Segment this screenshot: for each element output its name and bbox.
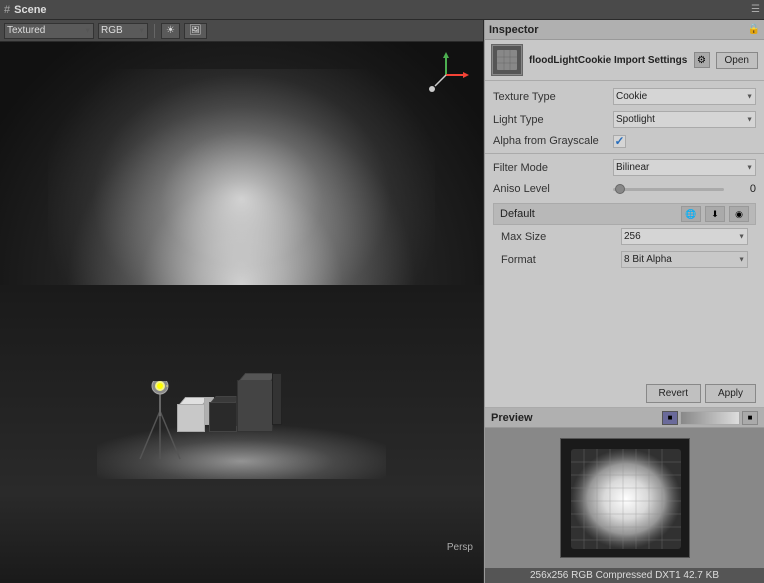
apply-button[interactable]: Apply (705, 384, 756, 403)
texture-type-row: Texture Type Cookie 2D Bump map (485, 85, 764, 108)
texture-type-select[interactable]: Cookie 2D Bump map (613, 88, 756, 105)
alpha-grayscale-checkbox[interactable]: ✓ (613, 135, 626, 148)
persp-label: Persp (447, 542, 473, 553)
preview-color-btn[interactable]: ■ (662, 411, 678, 425)
shading-mode-select[interactable]: Textured Wireframe Solid (4, 23, 94, 39)
settings-gear-button[interactable]: ⚙ (694, 52, 710, 68)
filter-mode-row: Filter Mode Bilinear Point Trilinear (485, 156, 764, 179)
filter-mode-select[interactable]: Bilinear Point Trilinear (613, 159, 756, 176)
aniso-level-row: Aniso Level 0 (485, 179, 764, 199)
color-mode-select[interactable]: RGB Alpha (98, 23, 148, 39)
aniso-level-label: Aniso Level (493, 183, 613, 195)
cube-large (237, 380, 273, 432)
preview-label: Preview (491, 412, 662, 424)
preview-image (560, 438, 690, 558)
format-row: Format 8 Bit Alpha Compressed RGB 24 Bit (493, 248, 756, 271)
filter-mode-label: Filter Mode (493, 162, 613, 174)
scene-toolbar: Textured Wireframe Solid RGB Alpha ☀ 🖼 (0, 20, 483, 42)
revert-button[interactable]: Revert (646, 384, 701, 403)
sun-icon-btn[interactable]: ☀ (161, 23, 180, 39)
alpha-grayscale-row: Alpha from Grayscale ✓ (485, 131, 764, 151)
preview-section: Preview ■ ■ (485, 407, 764, 583)
platform-web-btn[interactable]: 🌐 (681, 206, 701, 222)
preview-settings-btn[interactable]: ■ (742, 411, 758, 425)
floor-plane (0, 285, 483, 583)
max-size-label: Max Size (501, 231, 621, 243)
preview-header: Preview ■ ■ (485, 408, 764, 428)
asset-icon (491, 44, 523, 76)
light-type-row: Light Type Spotlight Directional Point (485, 108, 764, 131)
aniso-slider-thumb (615, 184, 625, 194)
action-buttons: Revert Apply (485, 380, 764, 407)
scene-title-bar: # Scene ☰ (0, 0, 764, 20)
max-size-row: Max Size 256 512 1024 2048 (493, 225, 756, 248)
preview-controls: ■ ■ (662, 411, 758, 425)
format-label: Format (501, 254, 621, 266)
platform-header: Default 🌐 ⬇ ◉ (493, 203, 756, 225)
platform-download-btn[interactable]: ⬇ (705, 206, 725, 222)
checkbox-tick: ✓ (614, 134, 624, 148)
camera-gizmo (421, 50, 471, 100)
max-size-select[interactable]: 256 512 1024 2048 (621, 228, 748, 245)
toolbar-separator (154, 24, 155, 38)
image-icon-btn[interactable]: 🖼 (184, 23, 207, 39)
lock-icon[interactable]: 🔒 (748, 24, 760, 35)
light-type-select[interactable]: Spotlight Directional Point (613, 111, 756, 128)
scene-panel: Textured Wireframe Solid RGB Alpha ☀ 🖼 (0, 20, 484, 583)
cube-dark (209, 402, 237, 432)
alpha-grayscale-label: Alpha from Grayscale (493, 135, 613, 147)
preview-slider[interactable] (680, 411, 740, 425)
separator-1 (485, 153, 764, 154)
aniso-value: 0 (728, 183, 756, 195)
inspector-fields: Texture Type Cookie 2D Bump map Light Ty… (485, 81, 764, 380)
scene-title: Scene (14, 4, 46, 16)
platform-label: Default (500, 208, 677, 220)
open-button[interactable]: Open (716, 52, 758, 69)
platform-circle-btn[interactable]: ◉ (729, 206, 749, 222)
light-type-label: Light Type (493, 114, 613, 126)
format-select[interactable]: 8 Bit Alpha Compressed RGB 24 Bit (621, 251, 748, 268)
asset-header: floodLightCookie Import Settings ⚙ Open (485, 40, 764, 81)
light-stand (135, 381, 185, 464)
preview-info: 256x256 RGB Compressed DXT1 42.7 KB (485, 568, 764, 583)
scene-menu-icon[interactable]: ☰ (751, 4, 760, 15)
platform-section: Default 🌐 ⬇ ◉ Max Size 256 512 1024 (493, 203, 756, 271)
aniso-slider[interactable] (613, 188, 724, 191)
asset-name: floodLightCookie Import Settings (529, 55, 688, 66)
texture-type-label: Texture Type (493, 91, 613, 103)
inspector-panel: Inspector 🔒 floodLightCookie Import Sett… (484, 20, 764, 583)
inspector-title: Inspector (489, 24, 744, 36)
preview-canvas (485, 428, 764, 568)
scene-hash-icon: # (4, 4, 10, 16)
inspector-header: Inspector 🔒 (485, 20, 764, 40)
scene-viewport[interactable]: Persp (0, 42, 483, 583)
